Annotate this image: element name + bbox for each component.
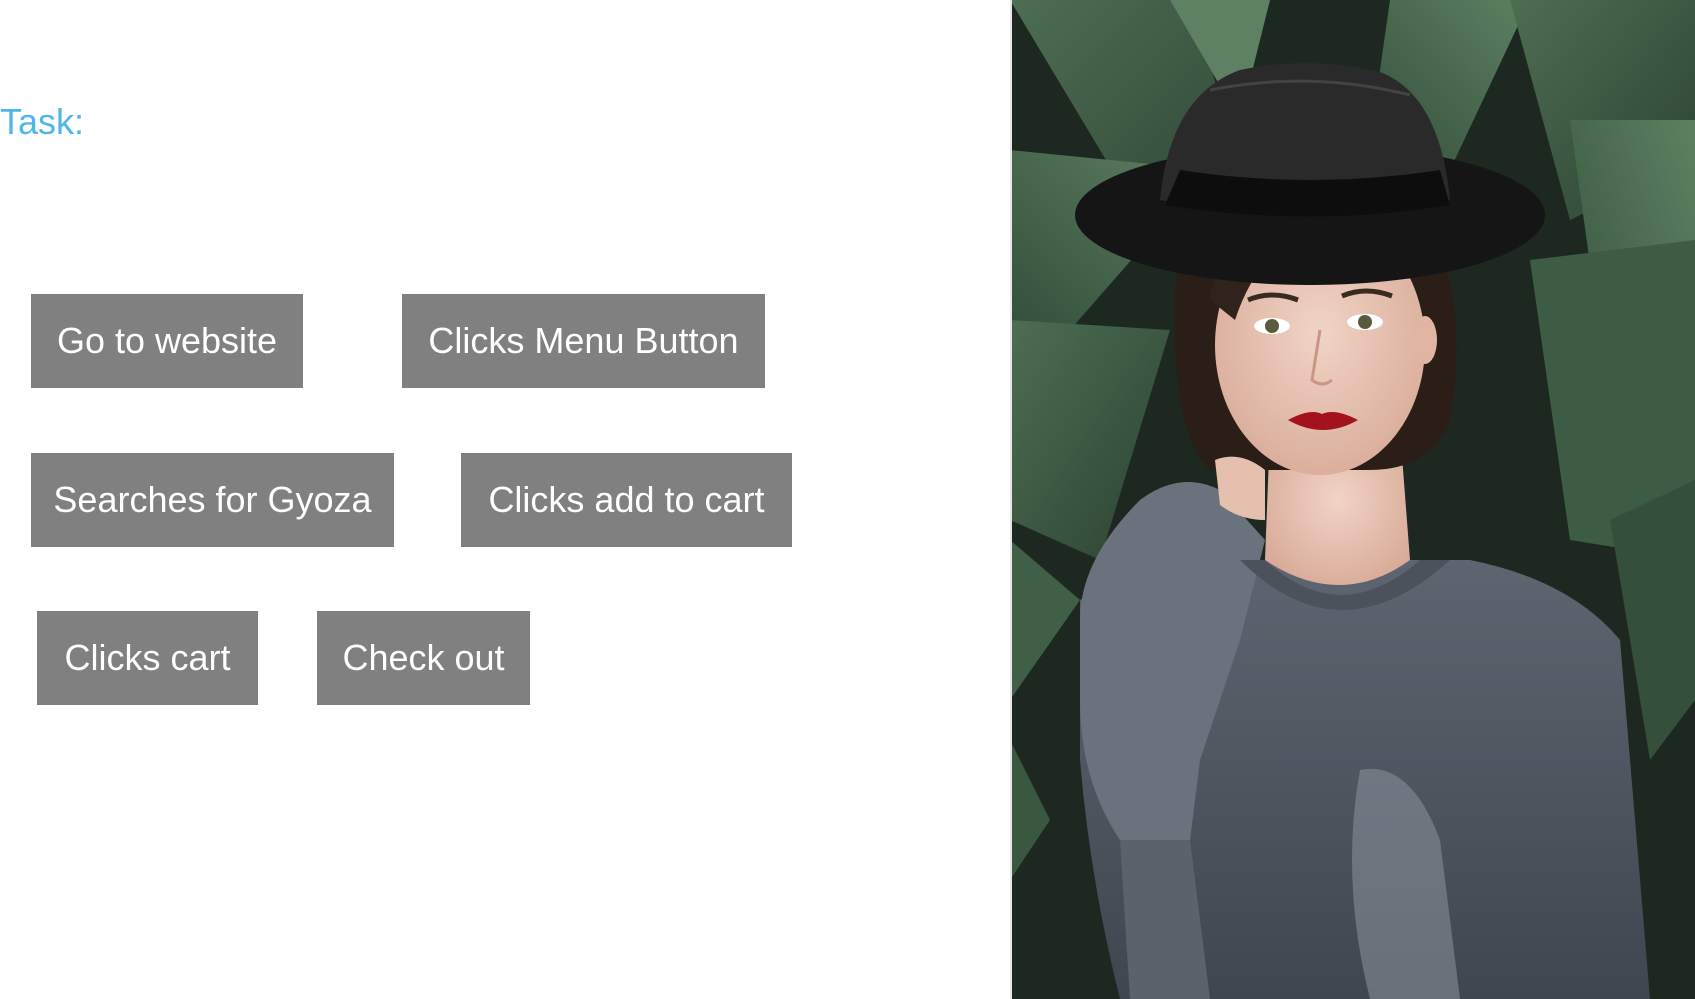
task-panel: Task: Go to website Clicks Menu Button S… — [0, 0, 1010, 999]
portrait-illustration — [1010, 0, 1695, 999]
step-clicks-add-to-cart[interactable]: Clicks add to cart — [461, 453, 792, 547]
step-check-out[interactable]: Check out — [317, 611, 530, 705]
task-title: Task: — [0, 101, 85, 142]
portrait-photo — [1010, 0, 1695, 999]
step-searches-for-gyoza[interactable]: Searches for Gyoza — [31, 453, 394, 547]
step-go-to-website[interactable]: Go to website — [31, 294, 303, 388]
step-clicks-menu-button[interactable]: Clicks Menu Button — [402, 294, 765, 388]
step-clicks-cart[interactable]: Clicks cart — [37, 611, 258, 705]
page: Task: Go to website Clicks Menu Button S… — [0, 0, 1695, 999]
